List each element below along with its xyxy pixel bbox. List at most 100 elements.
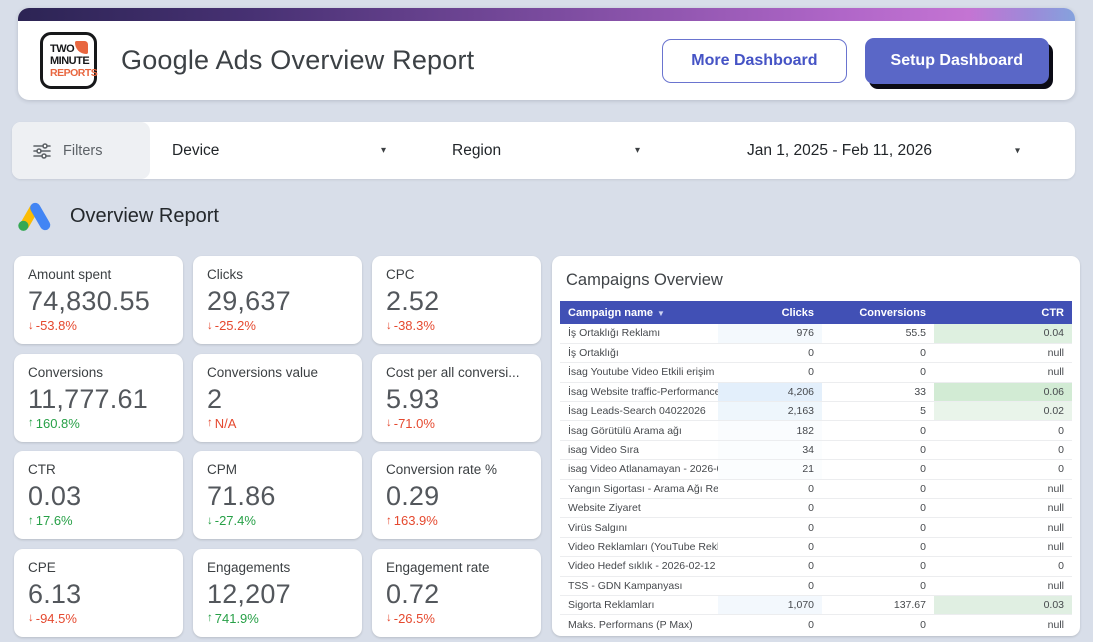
table-row: İsag Website traffic-Performance4,206330… — [560, 382, 1072, 401]
kpi-label: Engagement rate — [386, 560, 527, 575]
cell-clicks: 4,206 — [718, 382, 822, 401]
kpi-value: 0.29 — [386, 482, 527, 511]
column-header-campaign-name[interactable]: Campaign name ▼ — [560, 301, 718, 324]
header-buttons: More Dashboard Setup Dashboard — [662, 38, 1049, 84]
header-gradient-bar — [18, 8, 1075, 21]
kpi-delta: ↓ -94.5% — [28, 611, 169, 626]
kpi-value: 2 — [207, 385, 348, 414]
kpi-delta-text: 17.6% — [36, 513, 73, 528]
cell-name: isag Video Sıra — [560, 440, 718, 459]
two-minute-reports-logo: TWO MINUTE REPORTS — [40, 32, 97, 89]
cell-name: Website Ziyaret — [560, 499, 718, 518]
cell-conversions: 33 — [822, 382, 934, 401]
kpi-delta-text: -26.5% — [394, 611, 435, 626]
cell-conversions: 0 — [822, 421, 934, 440]
chevron-down-icon: ▾ — [381, 145, 386, 156]
more-dashboard-button[interactable]: More Dashboard — [662, 39, 846, 83]
cell-clicks: 0 — [718, 576, 822, 595]
region-filter-dropdown[interactable]: Region ▾ — [402, 122, 664, 179]
kpi-delta-text: -94.5% — [36, 611, 77, 626]
kpi-delta-text: -71.0% — [394, 416, 435, 431]
section-header: Overview Report — [16, 197, 219, 235]
device-filter-dropdown[interactable]: Device ▾ — [150, 122, 402, 179]
cell-clicks: 0 — [718, 343, 822, 362]
cell-ctr: 0 — [934, 557, 1072, 576]
cell-ctr: null — [934, 518, 1072, 537]
cell-clicks: 34 — [718, 440, 822, 459]
column-header-conversions[interactable]: Conversions — [822, 301, 934, 324]
table-row: Video Reklamları (YouTube Reklamları)00n… — [560, 537, 1072, 556]
chevron-down-icon: ▾ — [635, 145, 640, 156]
kpi-grid: Amount spent 74,830.55 ↓ -53.8% Clicks 2… — [14, 256, 541, 637]
cell-conversions: 0 — [822, 440, 934, 459]
cell-name: isag Video Atlanamayan - 2026-02-19 — [560, 460, 718, 479]
table-row: İş Ortaklığı00null — [560, 343, 1072, 362]
cell-name: İsag Görütülü Arama ağı — [560, 421, 718, 440]
google-ads-icon — [16, 200, 53, 233]
table-row: İsag Leads-Search 040220262,16350.02 — [560, 402, 1072, 421]
delta-arrow-icon: ↑ — [386, 515, 392, 527]
kpi-delta: ↓ -26.5% — [386, 611, 527, 626]
kpi-delta: ↑ 17.6% — [28, 513, 169, 528]
cell-name: Video Hedef sıklık - 2026-02-12 — [560, 557, 718, 576]
kpi-value: 2.52 — [386, 287, 527, 316]
kpi-label: Engagements — [207, 560, 348, 575]
kpi-delta: ↓ -71.0% — [386, 416, 527, 431]
cell-name: İsag Leads-Search 04022026 — [560, 402, 718, 421]
table-header-row: Campaign name ▼ Clicks Conversions CTR — [560, 301, 1072, 324]
cell-ctr: null — [934, 615, 1072, 634]
cell-clicks: 0 — [718, 557, 822, 576]
cell-ctr: 0 — [934, 440, 1072, 459]
cell-name: İş Ortaklığı Reklamı — [560, 324, 718, 343]
date-range-dropdown[interactable]: Jan 1, 2025 - Feb 11, 2026 ▾ — [664, 122, 1075, 179]
kpi-delta: ↓ -38.3% — [386, 318, 527, 333]
kpi-card: Cost per all conversi... 5.93 ↓ -71.0% — [372, 354, 541, 442]
cell-ctr: 0 — [934, 421, 1072, 440]
cell-conversions: 55.5 — [822, 324, 934, 343]
kpi-delta-text: -38.3% — [394, 318, 435, 333]
cell-clicks: 2,163 — [718, 402, 822, 421]
setup-dashboard-button[interactable]: Setup Dashboard — [865, 38, 1049, 84]
chevron-down-icon: ▾ — [1015, 145, 1020, 156]
cell-ctr: 0 — [934, 460, 1072, 479]
kpi-value: 71.86 — [207, 482, 348, 511]
page-title: Google Ads Overview Report — [121, 45, 474, 76]
delta-arrow-icon: ↑ — [207, 417, 213, 429]
cell-conversions: 0 — [822, 499, 934, 518]
cell-ctr: null — [934, 343, 1072, 362]
sort-caret-icon: ▼ — [657, 309, 665, 318]
cell-ctr: null — [934, 499, 1072, 518]
delta-arrow-icon: ↓ — [386, 417, 392, 429]
section-title: Overview Report — [70, 205, 219, 228]
cell-name: İsag Website traffic-Performance — [560, 382, 718, 401]
kpi-value: 74,830.55 — [28, 287, 169, 316]
kpi-delta: ↓ -25.2% — [207, 318, 348, 333]
cell-name: İş Ortaklığı — [560, 343, 718, 362]
kpi-label: Clicks — [207, 267, 348, 282]
kpi-delta: ↑ N/A — [207, 416, 348, 431]
table-row: Virüs Salgını00null — [560, 518, 1072, 537]
cell-conversions: 0 — [822, 479, 934, 498]
cell-ctr: null — [934, 576, 1072, 595]
cell-conversions: 0 — [822, 363, 934, 382]
cell-clicks: 0 — [718, 363, 822, 382]
table-row: isag Video Atlanamayan - 2026-02-192100 — [560, 460, 1072, 479]
column-header-ctr[interactable]: CTR — [934, 301, 1072, 324]
cell-clicks: 0 — [718, 479, 822, 498]
column-header-clicks[interactable]: Clicks — [718, 301, 822, 324]
table-row: İsag Görütülü Arama ağı18200 — [560, 421, 1072, 440]
column-header-label: Campaign name — [568, 307, 653, 319]
cell-conversions: 0 — [822, 576, 934, 595]
kpi-delta-text: 741.9% — [215, 611, 259, 626]
table-title: Campaigns Overview — [560, 256, 1072, 301]
cell-clicks: 182 — [718, 421, 822, 440]
date-range-label: Jan 1, 2025 - Feb 11, 2026 — [724, 142, 955, 160]
kpi-label: CTR — [28, 462, 169, 477]
delta-arrow-icon: ↓ — [386, 320, 392, 332]
table-row: Video Hedef sıklık - 2026-02-12000 — [560, 557, 1072, 576]
filters-sliders-icon — [32, 141, 52, 161]
kpi-delta-text: -25.2% — [215, 318, 256, 333]
cell-conversions: 0 — [822, 557, 934, 576]
table-row: Maks. Performans (P Max)00null — [560, 615, 1072, 634]
header-card: TWO MINUTE REPORTS Google Ads Overview R… — [18, 8, 1075, 100]
